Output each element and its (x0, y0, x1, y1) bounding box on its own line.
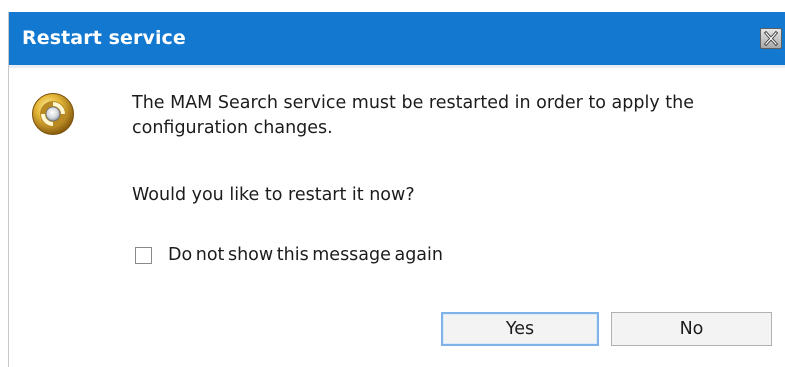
do-not-show-label[interactable]: Do not show this message again (168, 243, 443, 268)
header-divider (9, 65, 785, 68)
close-button[interactable] (760, 28, 782, 49)
dialog-titlebar: Restart service (9, 12, 785, 65)
yes-button[interactable]: Yes (441, 312, 599, 346)
restart-service-dialog: Restart service The MAM Search service m… (8, 12, 785, 367)
no-button[interactable]: No (611, 312, 772, 346)
do-not-show-checkbox[interactable] (135, 247, 152, 264)
dialog-message: The MAM Search service must be restarted… (132, 93, 694, 138)
close-icon (763, 30, 779, 47)
restart-service-icon (32, 93, 74, 135)
dialog-title: Restart service (22, 27, 186, 49)
dialog-question: Would you like to restart it now? (132, 185, 415, 205)
